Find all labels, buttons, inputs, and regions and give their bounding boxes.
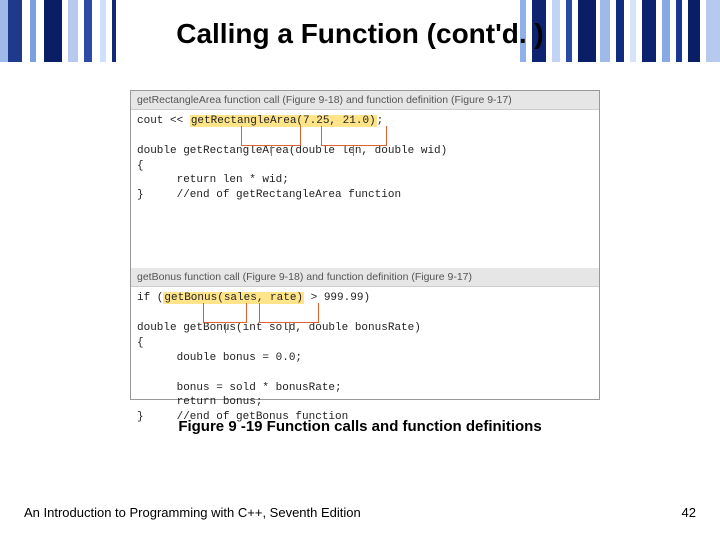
connector-line [353,146,354,156]
figure-box: getRectangleArea function call (Figure 9… [130,90,600,400]
code-text: return bonus; [137,396,262,408]
connector-line [271,146,272,156]
connector-line [241,126,301,146]
code-text: if ( [137,292,163,304]
code-block-1: cout << getRectangleArea(7.25, 21.0); do… [131,110,599,268]
figure-bar-1: getRectangleArea function call (Figure 9… [131,91,599,110]
connector-line [289,323,290,333]
code-text: double getRectangleArea(double len, doub… [137,145,447,157]
code-text: cout << [137,115,190,127]
code-text: } //end of getRectangleArea function [137,189,401,201]
connector-line [203,303,247,323]
code-text: } //end of getBonus function [137,411,348,423]
connector-line [321,126,387,146]
slide-title: Calling a Function (cont'd. ) [0,18,720,50]
code-block-2: if (getBonus(sales, rate) > 999.99) doub… [131,287,599,490]
code-text: bonus = sold * bonusRate; [137,382,342,394]
page-number: 42 [682,505,696,520]
connector-line [225,323,226,333]
code-text: double bonus = 0.0; [137,352,302,364]
code-text: return len * wid; [137,174,289,186]
code-text: double getBonus(int sold, double bonusRa… [137,322,421,334]
footer-book-title: An Introduction to Programming with C++,… [24,505,361,520]
figure-bar-2: getBonus function call (Figure 9-18) and… [131,268,599,287]
code-text: { [137,160,144,172]
connector-line [259,303,319,323]
code-text: { [137,337,144,349]
